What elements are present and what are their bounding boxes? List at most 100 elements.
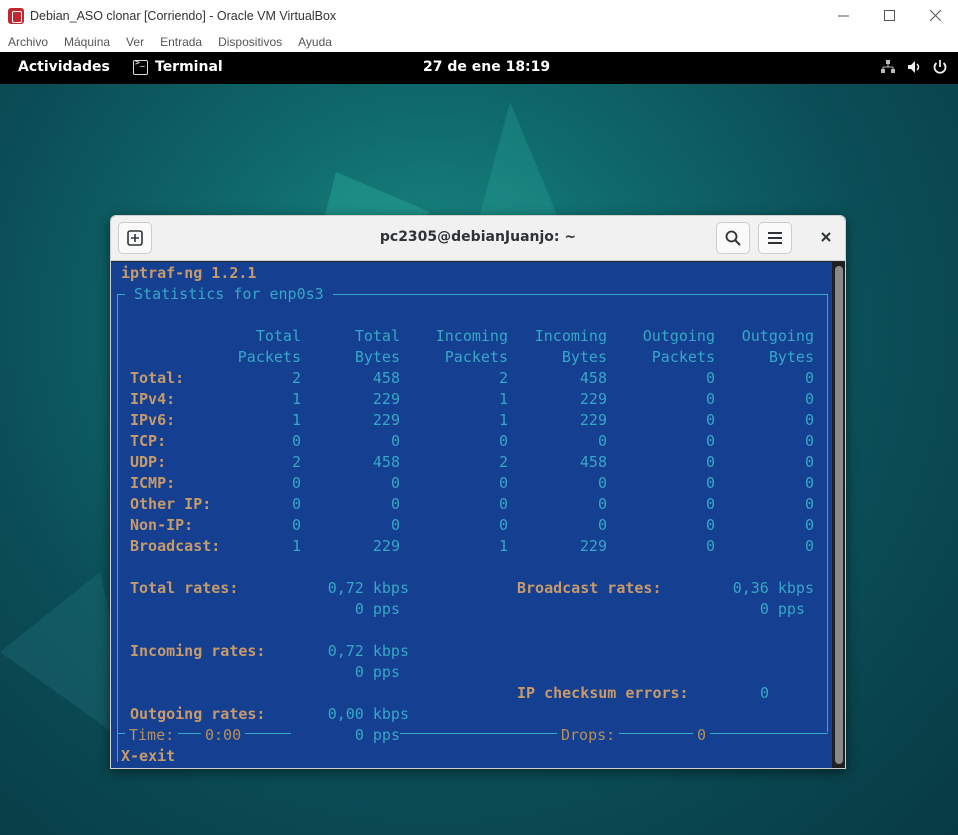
cell-value: 0 (804, 411, 814, 429)
cell-value: 0 (705, 432, 715, 450)
clock[interactable]: 27 de ene 18:19 (423, 59, 550, 75)
cell-value: 0 (705, 495, 715, 513)
terminal-scrollbar[interactable] (832, 262, 845, 768)
hamburger-menu-button[interactable] (758, 222, 792, 254)
guest-desktop: Actividades Terminal 27 de ene 18:19 pc2… (0, 52, 958, 835)
window-title: Debian_ASO clonar [Corriendo] - Oracle V… (30, 8, 337, 23)
incoming-rates-label: Incoming rates: (130, 642, 266, 660)
app-name: Terminal (155, 59, 223, 75)
menu-entrada[interactable]: Entrada (160, 35, 202, 49)
outgoing-rates-pps: 0 pps (291, 725, 400, 746)
menu-archivo[interactable]: Archivo (8, 35, 48, 49)
cell-value: 2 (291, 369, 301, 387)
window-controls (820, 0, 958, 31)
cell-value: 0 (390, 495, 400, 513)
cell-value: 0 (390, 432, 400, 450)
row-label: UDP: (130, 453, 167, 471)
close-terminal-button[interactable] (821, 228, 831, 246)
row-label: TCP: (130, 432, 167, 450)
activities-button[interactable]: Actividades (18, 59, 110, 75)
cell-value: 0 (291, 516, 301, 534)
cell-value: 0 (804, 390, 814, 408)
col-header-total-packets-2: Packets (237, 348, 301, 366)
power-icon (932, 59, 948, 75)
system-tray[interactable] (870, 59, 948, 75)
row-label: Non-IP: (130, 516, 194, 534)
cell-value: 458 (579, 453, 607, 471)
hamburger-menu-icon (768, 232, 782, 244)
terminal-headerbar: pc2305@debianJuanjo: ~ (111, 216, 845, 261)
virtualbox-logo-icon (8, 7, 24, 24)
terminal-body[interactable]: iptraf-ng 1.2.1 Statistics for enp0s3 To… (111, 262, 832, 768)
cell-value: 0 (804, 369, 814, 387)
cell-value: 0 (705, 390, 715, 408)
cell-value: 0 (804, 474, 814, 492)
cell-value: 1 (291, 411, 301, 429)
menu-ver[interactable]: Ver (126, 35, 144, 49)
cell-value: 0 (291, 495, 301, 513)
ip-checksum-errors-label: IP checksum errors: (517, 684, 689, 702)
cell-value: 1 (498, 411, 508, 429)
minimize-button[interactable] (820, 0, 866, 31)
terminal-window: pc2305@debianJuanjo: ~ iptraf-ng 1.2.1 S… (110, 215, 846, 769)
search-button[interactable] (716, 222, 750, 254)
volume-icon (906, 59, 922, 75)
exit-hint: X-exit (121, 747, 176, 765)
search-icon (725, 230, 741, 246)
row-label: IPv6: (130, 411, 176, 429)
cell-value: 0 (291, 432, 301, 450)
menu-dispositivos[interactable]: Dispositivos (218, 35, 282, 49)
col-header-total-bytes-1: Total (354, 327, 400, 345)
cell-value: 458 (372, 453, 400, 471)
maximize-button[interactable] (866, 0, 912, 31)
col-header-incoming-bytes-2: Bytes (561, 348, 607, 366)
cell-value: 0 (291, 474, 301, 492)
gnome-topbar: Actividades Terminal 27 de ene 18:19 (0, 52, 958, 84)
cell-value: 229 (579, 390, 607, 408)
panel-frame-left (117, 294, 118, 762)
cell-value: 0 (705, 537, 715, 555)
panel-title: Statistics for enp0s3 (125, 284, 333, 305)
cell-value: 0 (705, 369, 715, 387)
cell-value: 0 (804, 495, 814, 513)
broadcast-rates-kbps: 0,36 kbps (732, 579, 814, 597)
col-header-incoming-packets-1: Incoming (435, 327, 508, 345)
cell-value: 0 (597, 474, 607, 492)
total-rates-label: Total rates: (130, 579, 239, 597)
cell-value: 2 (498, 369, 508, 387)
menu-maquina[interactable]: Máquina (64, 35, 110, 49)
col-header-incoming-packets-2: Packets (444, 348, 508, 366)
time-label: Time: (125, 725, 179, 746)
cell-value: 0 (705, 453, 715, 471)
virtualbox-titlebar: Debian_ASO clonar [Corriendo] - Oracle V… (0, 0, 958, 31)
cell-value: 2 (498, 453, 508, 471)
cell-value: 0 (705, 474, 715, 492)
col-header-outgoing-bytes-1: Outgoing (741, 327, 814, 345)
cell-value: 0 (804, 516, 814, 534)
close-window-button[interactable] (912, 0, 958, 31)
cell-value: 1 (291, 537, 301, 555)
outgoing-rates-label: Outgoing rates: (130, 705, 266, 723)
close-icon (929, 10, 941, 21)
ip-checksum-errors-value: 0 (759, 684, 769, 702)
total-rates-kbps: 0,72 kbps (327, 579, 409, 597)
virtualbox-menubar: Archivo Máquina Ver Entrada Dispositivos… (0, 31, 958, 52)
app-menu-button[interactable]: Terminal (133, 58, 223, 75)
panel-frame-right (827, 294, 828, 732)
cell-value: 0 (804, 537, 814, 555)
scrollbar-thumb[interactable] (835, 266, 843, 764)
terminal-icon (133, 58, 148, 75)
cell-value: 1 (291, 390, 301, 408)
cell-value: 1 (498, 390, 508, 408)
cell-value: 0 (597, 495, 607, 513)
cell-value: 0 (498, 516, 508, 534)
col-header-outgoing-bytes-2: Bytes (768, 348, 814, 366)
total-rates-pps: 0 pps (354, 600, 400, 618)
menu-ayuda[interactable]: Ayuda (298, 35, 332, 49)
cell-value: 0 (705, 411, 715, 429)
drops-value: 0 (693, 725, 711, 746)
incoming-rates-kbps: 0,72 kbps (327, 642, 409, 660)
drops-label: Drops: (557, 725, 620, 746)
outgoing-rates-kbps: 0,00 kbps (327, 705, 409, 723)
col-header-incoming-bytes-1: Incoming (534, 327, 607, 345)
